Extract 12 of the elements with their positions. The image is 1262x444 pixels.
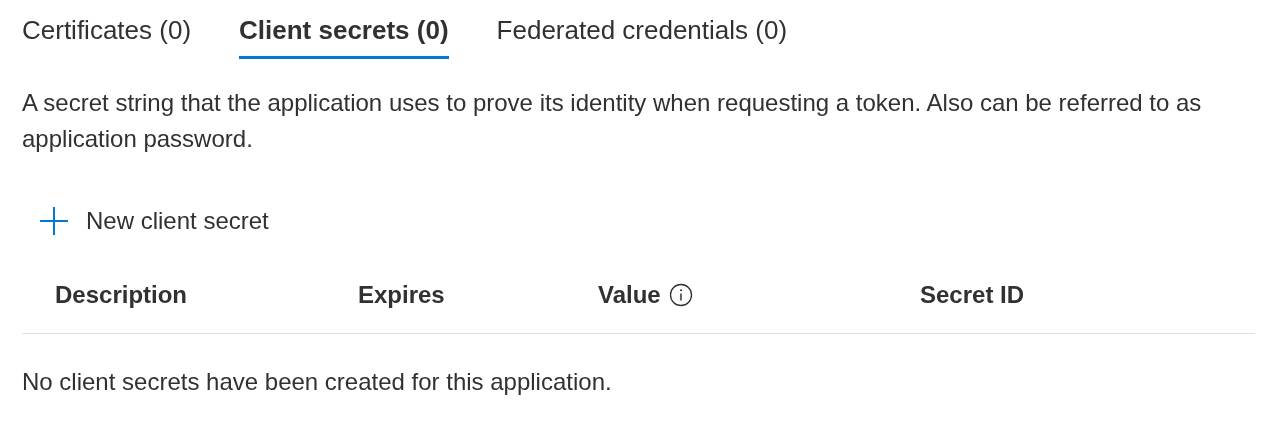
empty-message: No client secrets have been created for this application. [22, 367, 613, 397]
tab[interactable]: Client secrets (0) [239, 14, 449, 59]
tab[interactable]: Federated credentials (0) [496, 14, 788, 59]
column-header: Secret ID [920, 280, 1025, 310]
description-text: A secret string that the application uses to prove its identity when requesting a token. Also can be referred to as application password. [22, 88, 1203, 154]
new-client-secret-button[interactable]: New client secret [38, 203, 269, 239]
plus-icon [38, 205, 70, 237]
tab[interactable]: Certificates (0) [22, 14, 192, 59]
column-header: Expires [358, 280, 445, 310]
column-header: Value [598, 280, 661, 310]
column-header: Description [55, 280, 188, 310]
info-icon[interactable] [668, 283, 693, 307]
